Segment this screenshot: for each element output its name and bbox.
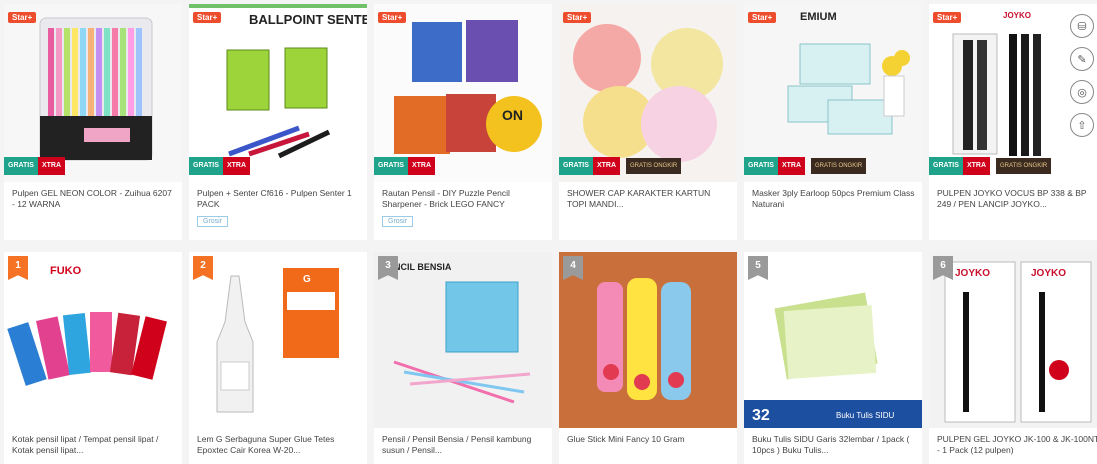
free-shipping-badge: GRATIS bbox=[4, 157, 38, 175]
product-title[interactable]: Lem G Serbaguna Super Glue Tetes Epoxtec… bbox=[197, 434, 361, 456]
star-plus-badge: Star+ bbox=[378, 12, 407, 23]
overlay-text-2: Buku Tulis SIDU bbox=[836, 411, 894, 420]
product-title[interactable]: Pulpen + Senter Cf616 - Pulpen Senter 1 … bbox=[197, 188, 361, 210]
wholesale-tag: Grosir bbox=[382, 216, 414, 227]
product-title[interactable]: Glue Stick Mini Fancy 10 Gram bbox=[567, 434, 731, 456]
overlay-text: EMIUM bbox=[800, 11, 837, 23]
product-image: JOYKO JOYKO bbox=[929, 252, 1097, 428]
overlay-text: JOYKO bbox=[1003, 11, 1031, 20]
product-title[interactable]: Buku Tulis SIDU Garis 32lembar / 1pack (… bbox=[752, 434, 916, 456]
xtra-badge: XTRA bbox=[222, 157, 250, 175]
product-card[interactable]: Star+ GRATIS XTRA GRATIS ONGKIR SHOWER C… bbox=[559, 4, 737, 240]
shipping-tag: GRATIS ONGKIR bbox=[996, 158, 1052, 174]
svg-text:ON: ON bbox=[502, 107, 523, 123]
product-image: FUKO bbox=[4, 252, 182, 428]
xtra-badge: XTRA bbox=[592, 157, 620, 175]
star-plus-badge: Star+ bbox=[933, 12, 962, 23]
product-card[interactable]: Star+ GRATIS XTRA Pulpen GEL NEON COLOR … bbox=[4, 4, 182, 240]
promo-strip: GRATIS XTRA bbox=[189, 156, 367, 176]
overlay-text: BALLPOINT SENTER bbox=[249, 12, 367, 27]
product-title[interactable]: Rautan Pensil - DIY Puzzle Pencil Sharpe… bbox=[382, 188, 546, 210]
promo-strip: GRATIS XTRA bbox=[4, 156, 182, 176]
shopping-bag-icon[interactable]: ⛁ bbox=[1070, 14, 1094, 38]
promo-strip: GRATIS XTRA GRATIS ONGKIR bbox=[744, 156, 922, 176]
xtra-badge: XTRA bbox=[37, 157, 65, 175]
free-shipping-badge: GRATIS bbox=[374, 157, 408, 175]
xtra-badge: XTRA bbox=[407, 157, 435, 175]
shipping-tag: GRATIS ONGKIR bbox=[626, 158, 682, 174]
xtra-badge: XTRA bbox=[777, 157, 805, 175]
product-image: G bbox=[189, 252, 367, 428]
product-card[interactable]: G 2 Lem G Serbaguna Super Glue Tetes Epo… bbox=[189, 252, 367, 464]
product-card[interactable]: FUKO 1 Kotak pensil lipat / Tempat pensi… bbox=[4, 252, 182, 464]
product-title[interactable]: PULPEN GEL JOYKO JK-100 & JK-100NT - 1 P… bbox=[937, 434, 1097, 456]
overlay-text: FUKO bbox=[50, 265, 82, 277]
pen-icon[interactable]: ✎ bbox=[1070, 47, 1094, 71]
product-card[interactable]: EMIUM Star+ GRATIS XTRA GRATIS ONGKIR Ma… bbox=[744, 4, 922, 240]
product-card[interactable]: ON Star+ GRATIS XTRA Rautan Pensil - DIY… bbox=[374, 4, 552, 240]
product-title[interactable]: Kotak pensil lipat / Tempat pensil lipat… bbox=[12, 434, 176, 456]
side-toolbar: ⛁ ✎ ◎ ⇧ bbox=[1070, 14, 1096, 146]
product-card[interactable]: JOYKO JOYKO 6 PULPEN GEL JOYKO JK-100 & … bbox=[929, 252, 1097, 464]
star-plus-badge: Star+ bbox=[8, 12, 37, 23]
svg-text:JOYKO: JOYKO bbox=[1031, 268, 1066, 279]
compass-icon[interactable]: ◎ bbox=[1070, 80, 1094, 104]
star-plus-badge: Star+ bbox=[193, 12, 222, 23]
free-shipping-badge: GRATIS bbox=[929, 157, 963, 175]
xtra-badge: XTRA bbox=[962, 157, 990, 175]
product-card[interactable]: PENCIL BENSIA 3 Pensil / Pensil Bensia /… bbox=[374, 252, 552, 464]
promo-strip: GRATIS XTRA GRATIS ONGKIR bbox=[929, 156, 1097, 176]
free-shipping-badge: GRATIS bbox=[744, 157, 778, 175]
product-title[interactable]: Pulpen GEL NEON COLOR - Zuihua 6207 - 12… bbox=[12, 188, 176, 210]
promo-strip: GRATIS XTRA bbox=[374, 156, 552, 176]
wholesale-tag: Grosir bbox=[197, 216, 229, 227]
product-image: 32 Buku Tulis SIDU bbox=[744, 252, 922, 428]
overlay-text: G bbox=[303, 274, 311, 285]
product-title[interactable]: Masker 3ply Earloop 50pcs Premium Class … bbox=[752, 188, 916, 210]
product-title[interactable]: Pensil / Pensil Bensia / Pensil kambung … bbox=[382, 434, 546, 456]
shipping-tag: GRATIS ONGKIR bbox=[811, 158, 867, 174]
product-grid: Star+ GRATIS XTRA Pulpen GEL NEON COLOR … bbox=[0, 0, 1097, 464]
star-plus-badge: Star+ bbox=[748, 12, 777, 23]
upload-icon[interactable]: ⇧ bbox=[1070, 113, 1094, 137]
product-card[interactable]: 32 Buku Tulis SIDU 5 Buku Tulis SIDU Gar… bbox=[744, 252, 922, 464]
product-card[interactable]: BALLPOINT SENTER Star+ GRATIS XTRA Pulpe… bbox=[189, 4, 367, 240]
free-shipping-badge: GRATIS bbox=[559, 157, 593, 175]
overlay-text: JOYKO bbox=[955, 268, 990, 279]
star-plus-badge: Star+ bbox=[563, 12, 592, 23]
product-title[interactable]: PULPEN JOYKO VOCUS BP 338 & BP 249 / PEN… bbox=[937, 188, 1097, 210]
product-title[interactable]: SHOWER CAP KARAKTER KARTUN TOPI MANDI... bbox=[567, 188, 731, 210]
product-image bbox=[559, 252, 737, 428]
free-shipping-badge: GRATIS bbox=[189, 157, 223, 175]
product-image: PENCIL BENSIA bbox=[374, 252, 552, 428]
product-card[interactable]: 4 Glue Stick Mini Fancy 10 Gram bbox=[559, 252, 737, 464]
promo-strip: GRATIS XTRA GRATIS ONGKIR bbox=[559, 156, 737, 176]
overlay-text: 32 bbox=[752, 407, 770, 424]
